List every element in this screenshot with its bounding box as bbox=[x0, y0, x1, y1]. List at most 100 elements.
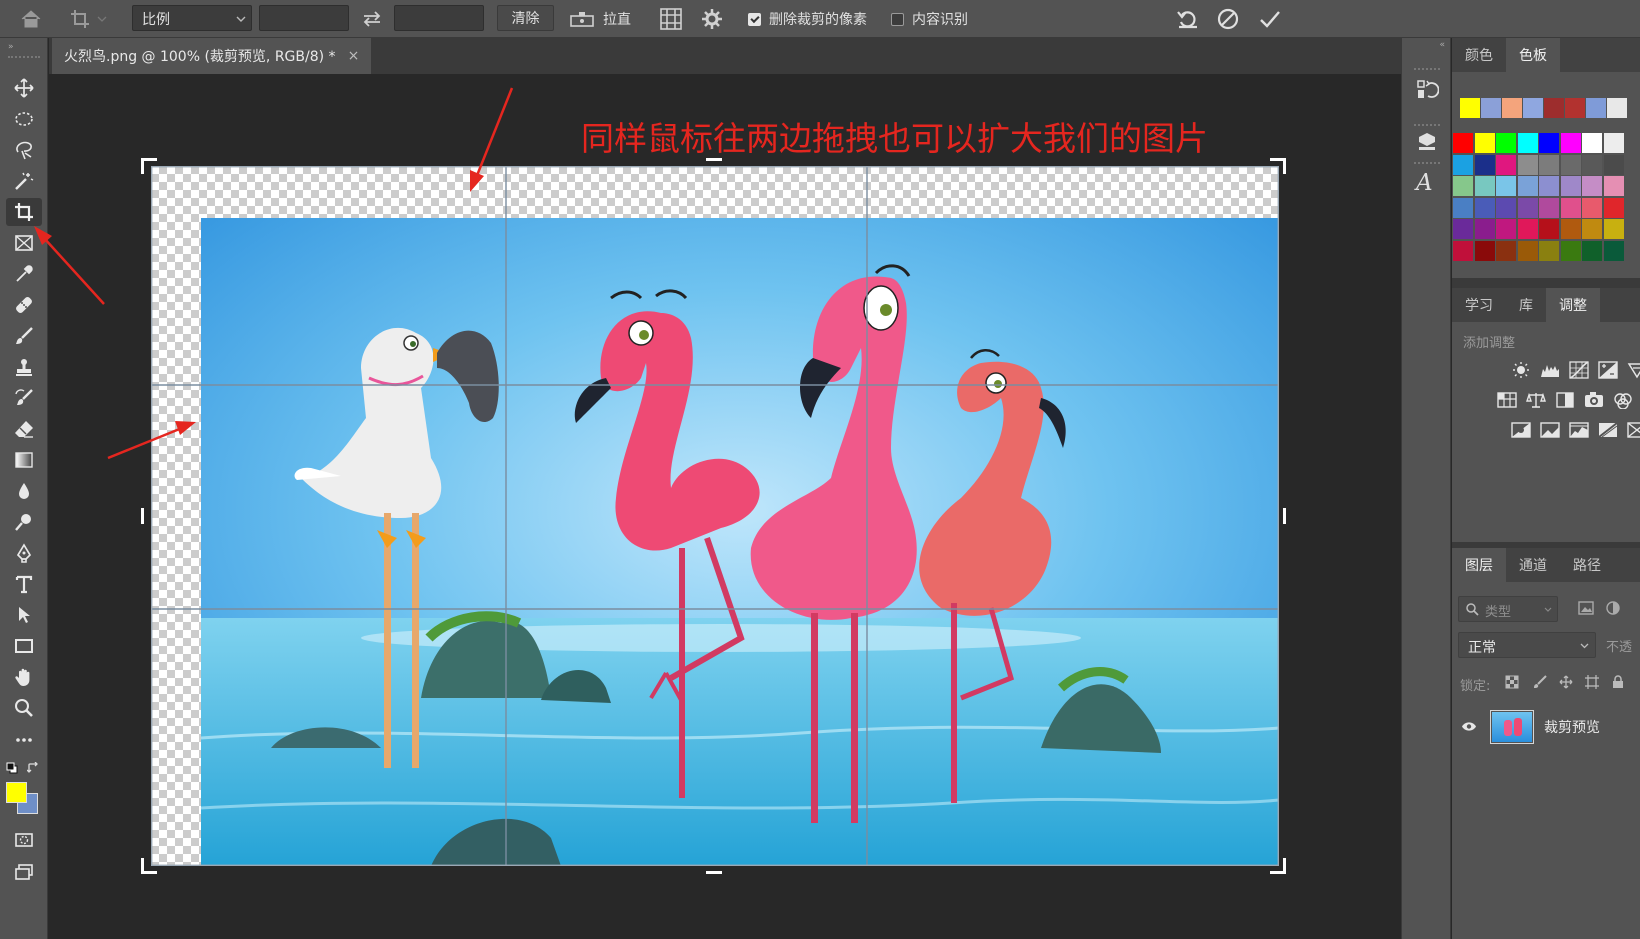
canvas-area[interactable]: 同样鼠标往两边拖拽也可以扩大我们的图片 bbox=[49, 74, 1401, 939]
dodge-icon[interactable] bbox=[6, 508, 42, 536]
color-swatch[interactable] bbox=[1582, 197, 1602, 218]
levels-icon[interactable] bbox=[1539, 360, 1561, 380]
color-swatch[interactable] bbox=[1539, 219, 1559, 240]
color-swatch[interactable] bbox=[1603, 154, 1624, 175]
color-swatch[interactable] bbox=[1539, 154, 1559, 175]
recent-swatch[interactable] bbox=[1586, 98, 1606, 118]
pen-icon[interactable] bbox=[6, 539, 42, 567]
magic-wand-icon[interactable] bbox=[6, 167, 42, 195]
lock-transparency-icon[interactable] bbox=[1502, 672, 1522, 692]
history-brush-icon[interactable] bbox=[6, 384, 42, 412]
brush-icon[interactable] bbox=[6, 322, 42, 350]
vibrance-icon[interactable] bbox=[1626, 360, 1640, 380]
history-panel-icon[interactable] bbox=[1415, 78, 1440, 106]
color-swatch[interactable] bbox=[1474, 197, 1495, 218]
clear-button[interactable]: 清除 bbox=[497, 5, 554, 31]
color-swatch[interactable] bbox=[1496, 197, 1516, 218]
posterize-icon[interactable] bbox=[1539, 420, 1561, 440]
color-swatch[interactable] bbox=[1517, 133, 1538, 153]
straighten-button[interactable]: 拉直 bbox=[570, 0, 631, 38]
color-swatch[interactable] bbox=[1453, 133, 1473, 153]
more-tools-icon[interactable] bbox=[6, 726, 42, 754]
delete-cropped-pixels-checkbox[interactable]: 删除裁剪的像素 bbox=[748, 0, 867, 38]
zoom-icon[interactable] bbox=[6, 694, 42, 722]
swap-colors-icon[interactable] bbox=[26, 761, 39, 778]
color-swatch[interactable] bbox=[1603, 241, 1624, 261]
tab-color[interactable]: 颜色 bbox=[1452, 38, 1506, 72]
color-swatch[interactable] bbox=[1496, 176, 1516, 197]
clone-stamp-icon[interactable] bbox=[6, 353, 42, 381]
color-balance-icon[interactable] bbox=[1525, 390, 1547, 410]
eraser-icon[interactable] bbox=[6, 415, 42, 443]
crop-handle-bottom-right-v[interactable] bbox=[1283, 858, 1286, 874]
rectangle-icon[interactable] bbox=[6, 632, 42, 660]
invert-icon[interactable] bbox=[1510, 420, 1532, 440]
swap-icon[interactable] bbox=[362, 0, 382, 38]
close-tab-icon[interactable]: × bbox=[348, 48, 360, 64]
color-swatch[interactable] bbox=[1517, 219, 1538, 240]
gradient-map-icon[interactable] bbox=[1597, 420, 1619, 440]
curves-icon[interactable] bbox=[1568, 360, 1590, 380]
color-swatch[interactable] bbox=[1582, 241, 1602, 261]
crop-handle-bottom-left-v[interactable] bbox=[141, 858, 144, 874]
lasso-icon[interactable] bbox=[6, 136, 42, 164]
color-swatch[interactable] bbox=[1603, 133, 1624, 153]
color-swatch[interactable] bbox=[1560, 197, 1581, 218]
color-swatch[interactable] bbox=[1517, 241, 1538, 261]
color-swatch[interactable] bbox=[1539, 133, 1559, 153]
lock-artboard-icon[interactable] bbox=[1582, 672, 1602, 692]
crop-tool-icon[interactable] bbox=[6, 198, 42, 226]
blend-mode-select[interactable]: 正常 bbox=[1458, 632, 1596, 658]
lock-all-icon[interactable] bbox=[1608, 672, 1628, 692]
ratio-width-input[interactable] bbox=[259, 5, 349, 31]
color-swatch[interactable] bbox=[1496, 133, 1516, 153]
reset-icon[interactable] bbox=[1176, 0, 1200, 38]
color-swatch[interactable] bbox=[1496, 241, 1516, 261]
elliptical-marquee-icon[interactable] bbox=[6, 105, 42, 133]
lock-position-icon[interactable] bbox=[1556, 672, 1576, 692]
threshold-icon[interactable] bbox=[1568, 420, 1590, 440]
ratio-height-input[interactable] bbox=[394, 5, 484, 31]
color-swatch[interactable] bbox=[1560, 133, 1581, 153]
black-white-icon[interactable] bbox=[1554, 390, 1576, 410]
collapse-arrows-icon[interactable]: « bbox=[1439, 40, 1445, 50]
color-swatch[interactable] bbox=[1453, 241, 1473, 261]
properties-3d-icon[interactable] bbox=[1415, 130, 1439, 158]
recent-swatch[interactable] bbox=[1565, 98, 1585, 118]
path-selection-icon[interactable] bbox=[6, 601, 42, 629]
checkbox-checked[interactable] bbox=[748, 12, 761, 26]
grip-icon[interactable] bbox=[1414, 68, 1440, 70]
adjustment-layer-filter-icon[interactable] bbox=[1606, 601, 1620, 619]
color-swatch[interactable] bbox=[1474, 241, 1495, 261]
color-swatch[interactable] bbox=[1560, 154, 1581, 175]
grip-icon[interactable] bbox=[8, 56, 40, 58]
color-swatch[interactable] bbox=[1603, 197, 1624, 218]
color-swatch[interactable] bbox=[1474, 219, 1495, 240]
color-swatch[interactable] bbox=[1603, 219, 1624, 240]
color-swatch[interactable] bbox=[1474, 133, 1495, 153]
layer-filter-select[interactable]: 类型 bbox=[1458, 596, 1558, 622]
recent-swatch[interactable] bbox=[1481, 98, 1501, 118]
expand-arrows-icon[interactable]: » bbox=[8, 42, 14, 52]
photo-filter-icon[interactable] bbox=[1583, 390, 1605, 410]
content-aware-checkbox[interactable]: 内容识别 bbox=[891, 0, 968, 38]
color-swatch[interactable] bbox=[1474, 154, 1495, 175]
tab-swatches[interactable]: 色板 bbox=[1506, 38, 1560, 72]
document-tab[interactable]: 火烈鸟.png @ 100% (裁剪预览, RGB/8) * × bbox=[52, 38, 372, 74]
color-swatch[interactable] bbox=[1582, 154, 1602, 175]
recent-swatch[interactable] bbox=[1544, 98, 1564, 118]
recent-swatch[interactable] bbox=[1460, 98, 1480, 118]
tab-adjustments[interactable]: 调整 bbox=[1546, 288, 1600, 322]
selective-color-icon[interactable] bbox=[1626, 420, 1640, 440]
color-swatch[interactable] bbox=[1474, 176, 1495, 197]
character-panel-icon[interactable]: A bbox=[1416, 170, 1433, 196]
color-swatch[interactable] bbox=[1453, 197, 1473, 218]
color-swatch[interactable] bbox=[1517, 176, 1538, 197]
overlay-grid-icon[interactable] bbox=[660, 0, 682, 38]
grip-icon[interactable] bbox=[1414, 124, 1440, 126]
ratio-select[interactable]: 比例 bbox=[132, 5, 252, 31]
healing-brush-icon[interactable] bbox=[6, 291, 42, 319]
pixel-layer-filter-icon[interactable] bbox=[1578, 601, 1594, 619]
grip-icon[interactable] bbox=[1414, 162, 1440, 164]
color-swatch[interactable] bbox=[1453, 219, 1473, 240]
